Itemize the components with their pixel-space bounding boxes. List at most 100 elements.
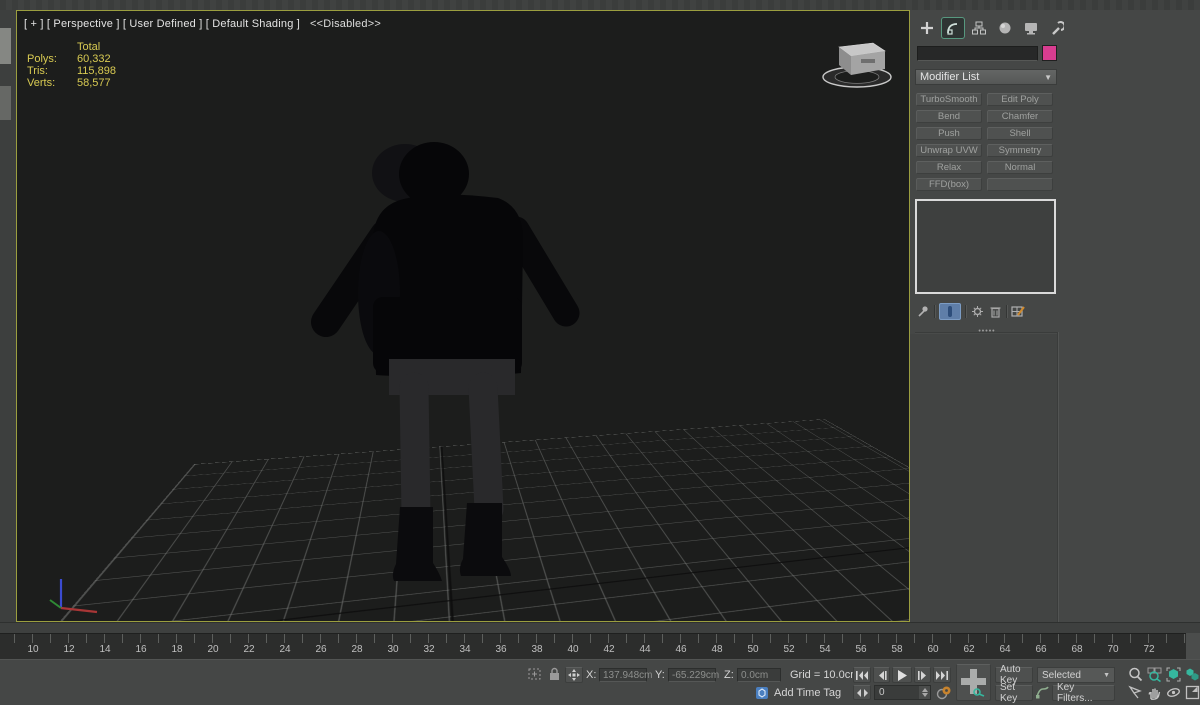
maximize-viewport-icon[interactable] bbox=[1185, 685, 1200, 701]
absolute-mode-icon[interactable] bbox=[565, 667, 583, 683]
modifier-stack[interactable] bbox=[915, 199, 1056, 294]
timeline-tick-label: 34 bbox=[459, 644, 471, 655]
z-coord-field[interactable]: 0.0cm bbox=[737, 668, 781, 682]
grid-size-readout: Grid = 10.0cm bbox=[790, 669, 860, 681]
modifier-list-dropdown[interactable]: Modifier List ▼ bbox=[915, 69, 1057, 85]
time-slider-track[interactable] bbox=[0, 622, 1200, 633]
tab-modify[interactable] bbox=[941, 17, 965, 39]
timeline-tick-label: 70 bbox=[1107, 644, 1119, 655]
auto-key-button[interactable]: Auto Key bbox=[995, 664, 1033, 686]
selection-set-value: Selected bbox=[1042, 669, 1081, 681]
selection-set-dropdown[interactable]: Selected ▼ bbox=[1037, 667, 1115, 683]
next-frame-icon[interactable] bbox=[914, 667, 931, 683]
modifier-preset-button[interactable]: Shell bbox=[987, 127, 1053, 140]
timeline-tick-label: 62 bbox=[963, 644, 975, 655]
key-mode-icon[interactable] bbox=[853, 685, 871, 700]
modifier-list-label: Modifier List bbox=[920, 71, 980, 83]
modifier-preset-button[interactable]: TurboSmooth bbox=[916, 93, 982, 106]
modifier-preset-button[interactable]: Normal bbox=[987, 161, 1053, 174]
rollout-column-edge bbox=[1057, 332, 1058, 624]
modifier-preset-button[interactable]: FFD(box) bbox=[916, 178, 982, 191]
set-keys-button[interactable] bbox=[956, 664, 991, 701]
time-configuration-icon[interactable] bbox=[936, 685, 952, 701]
modifier-preset-button[interactable] bbox=[987, 178, 1053, 191]
3ds-max-window: [ + ] [ Perspective ] [ User Defined ] [… bbox=[0, 0, 1200, 705]
viewport-statistics: Total Polys: 60,332 Tris: 115,898 Verts: 58… bbox=[27, 41, 116, 89]
modifier-preset-button[interactable]: Chamfer bbox=[987, 110, 1053, 123]
viewport-label[interactable]: [ + ] [ Perspective ] [ User Defined ] [… bbox=[24, 18, 381, 30]
timeline-tick-label: 36 bbox=[495, 644, 507, 655]
go-to-start-icon[interactable] bbox=[853, 667, 871, 683]
viewport-label-text[interactable]: [ + ] [ Perspective ] [ User Defined ] [… bbox=[24, 18, 300, 30]
zoom-icon[interactable] bbox=[1128, 667, 1143, 683]
timeline-tick-label: 24 bbox=[279, 644, 291, 655]
spinner-arrows-icon[interactable] bbox=[919, 686, 930, 699]
key-filters-button[interactable]: Key Filters... bbox=[1052, 682, 1115, 704]
modifier-preset-button[interactable]: Symmetry bbox=[987, 144, 1053, 157]
set-keys-plus-icon bbox=[961, 669, 986, 697]
tab-utilities[interactable] bbox=[1046, 18, 1068, 38]
set-key-label: Set Key bbox=[1000, 682, 1018, 704]
modifier-preset-button[interactable]: Edit Poly bbox=[987, 93, 1053, 106]
timeline-tick-label: 68 bbox=[1071, 644, 1083, 655]
zoom-extents-all-icon[interactable] bbox=[1185, 667, 1200, 683]
current-frame-spinner[interactable]: 0 bbox=[874, 685, 931, 700]
modifier-preset-button[interactable]: Relax bbox=[916, 161, 982, 174]
toolbar-separator bbox=[934, 304, 935, 318]
zoom-extents-icon[interactable] bbox=[1166, 667, 1181, 683]
stats-verts-label: Verts: bbox=[27, 77, 56, 89]
tab-hierarchy[interactable] bbox=[968, 18, 990, 38]
perspective-viewport[interactable]: [ + ] [ Perspective ] [ User Defined ] [… bbox=[16, 10, 910, 622]
command-panel: Modifier List ▼ TurboSmooth Edit Poly Bend… bbox=[910, 10, 1200, 624]
zoom-all-icon[interactable] bbox=[1147, 667, 1162, 683]
stats-verts-value: 58,577 bbox=[77, 77, 111, 89]
pan-icon[interactable] bbox=[1147, 685, 1162, 701]
viewcube[interactable] bbox=[817, 31, 897, 93]
orbit-icon[interactable] bbox=[1166, 685, 1181, 701]
timeline-tick-label: 20 bbox=[207, 644, 219, 655]
remove-modifier-icon[interactable] bbox=[988, 304, 1002, 318]
make-unique-icon[interactable] bbox=[970, 304, 984, 318]
current-frame-value: 0 bbox=[879, 687, 885, 698]
x-coord-field[interactable]: 137.948cm bbox=[599, 668, 652, 682]
tab-create[interactable] bbox=[916, 18, 938, 38]
pin-stack-icon[interactable] bbox=[916, 304, 930, 318]
timeline-tick-label: 32 bbox=[423, 644, 435, 655]
selection-lock-icon[interactable] bbox=[548, 667, 561, 683]
timeline-tick-label: 18 bbox=[171, 644, 183, 655]
modifier-preset-button[interactable]: Unwrap UVW bbox=[916, 144, 982, 157]
object-name-field[interactable] bbox=[917, 46, 1038, 61]
hierarchy-icon bbox=[972, 21, 986, 35]
show-end-result-icon[interactable] bbox=[939, 302, 961, 320]
world-axis-tripod bbox=[49, 579, 98, 614]
previous-frame-icon[interactable] bbox=[873, 667, 890, 683]
zoom-region-icon[interactable] bbox=[1128, 685, 1143, 701]
go-to-end-icon[interactable] bbox=[933, 667, 951, 683]
add-time-tag-label: Add Time Tag bbox=[774, 687, 842, 699]
timeline-tick-label: 48 bbox=[711, 644, 723, 655]
modify-icon bbox=[947, 23, 958, 35]
tab-motion[interactable] bbox=[994, 18, 1016, 38]
selection-filter-icon[interactable] bbox=[527, 667, 543, 683]
y-coord-field[interactable]: -65.229cm bbox=[668, 668, 719, 682]
timeline-tick-label: 54 bbox=[819, 644, 831, 655]
modifier-preset-button[interactable]: Push bbox=[916, 127, 982, 140]
configure-modifier-sets-icon[interactable] bbox=[1011, 304, 1025, 318]
track-bar-ruler[interactable]: 10 12 14 16 18 20 22 24 26 28 30 32 34 36 38 40 42 44 46 48… bbox=[0, 633, 1186, 659]
status-bar: X: 137.948cm Y: -65.229cm Z: 0.0cm Grid … bbox=[0, 659, 1200, 705]
timeline-tick-label: 60 bbox=[927, 644, 939, 655]
modifier-preset-button[interactable]: Bend bbox=[916, 110, 982, 123]
tab-display[interactable] bbox=[1020, 18, 1042, 38]
add-time-tag[interactable]: Add Time Tag bbox=[755, 685, 841, 701]
toolbar-separator bbox=[965, 304, 966, 318]
object-color-swatch[interactable] bbox=[1042, 45, 1057, 61]
play-icon[interactable] bbox=[892, 667, 912, 683]
timeline-tick-label: 38 bbox=[531, 644, 543, 655]
set-key-button[interactable]: Set Key bbox=[995, 682, 1033, 704]
left-strip-block bbox=[0, 28, 11, 64]
timeline-tick-label: 64 bbox=[999, 644, 1011, 655]
character-model[interactable] bbox=[17, 11, 910, 622]
key-filters-icon[interactable] bbox=[1035, 685, 1050, 701]
timeline-tick-label: 22 bbox=[243, 644, 255, 655]
timeline-tick-label: 16 bbox=[135, 644, 147, 655]
